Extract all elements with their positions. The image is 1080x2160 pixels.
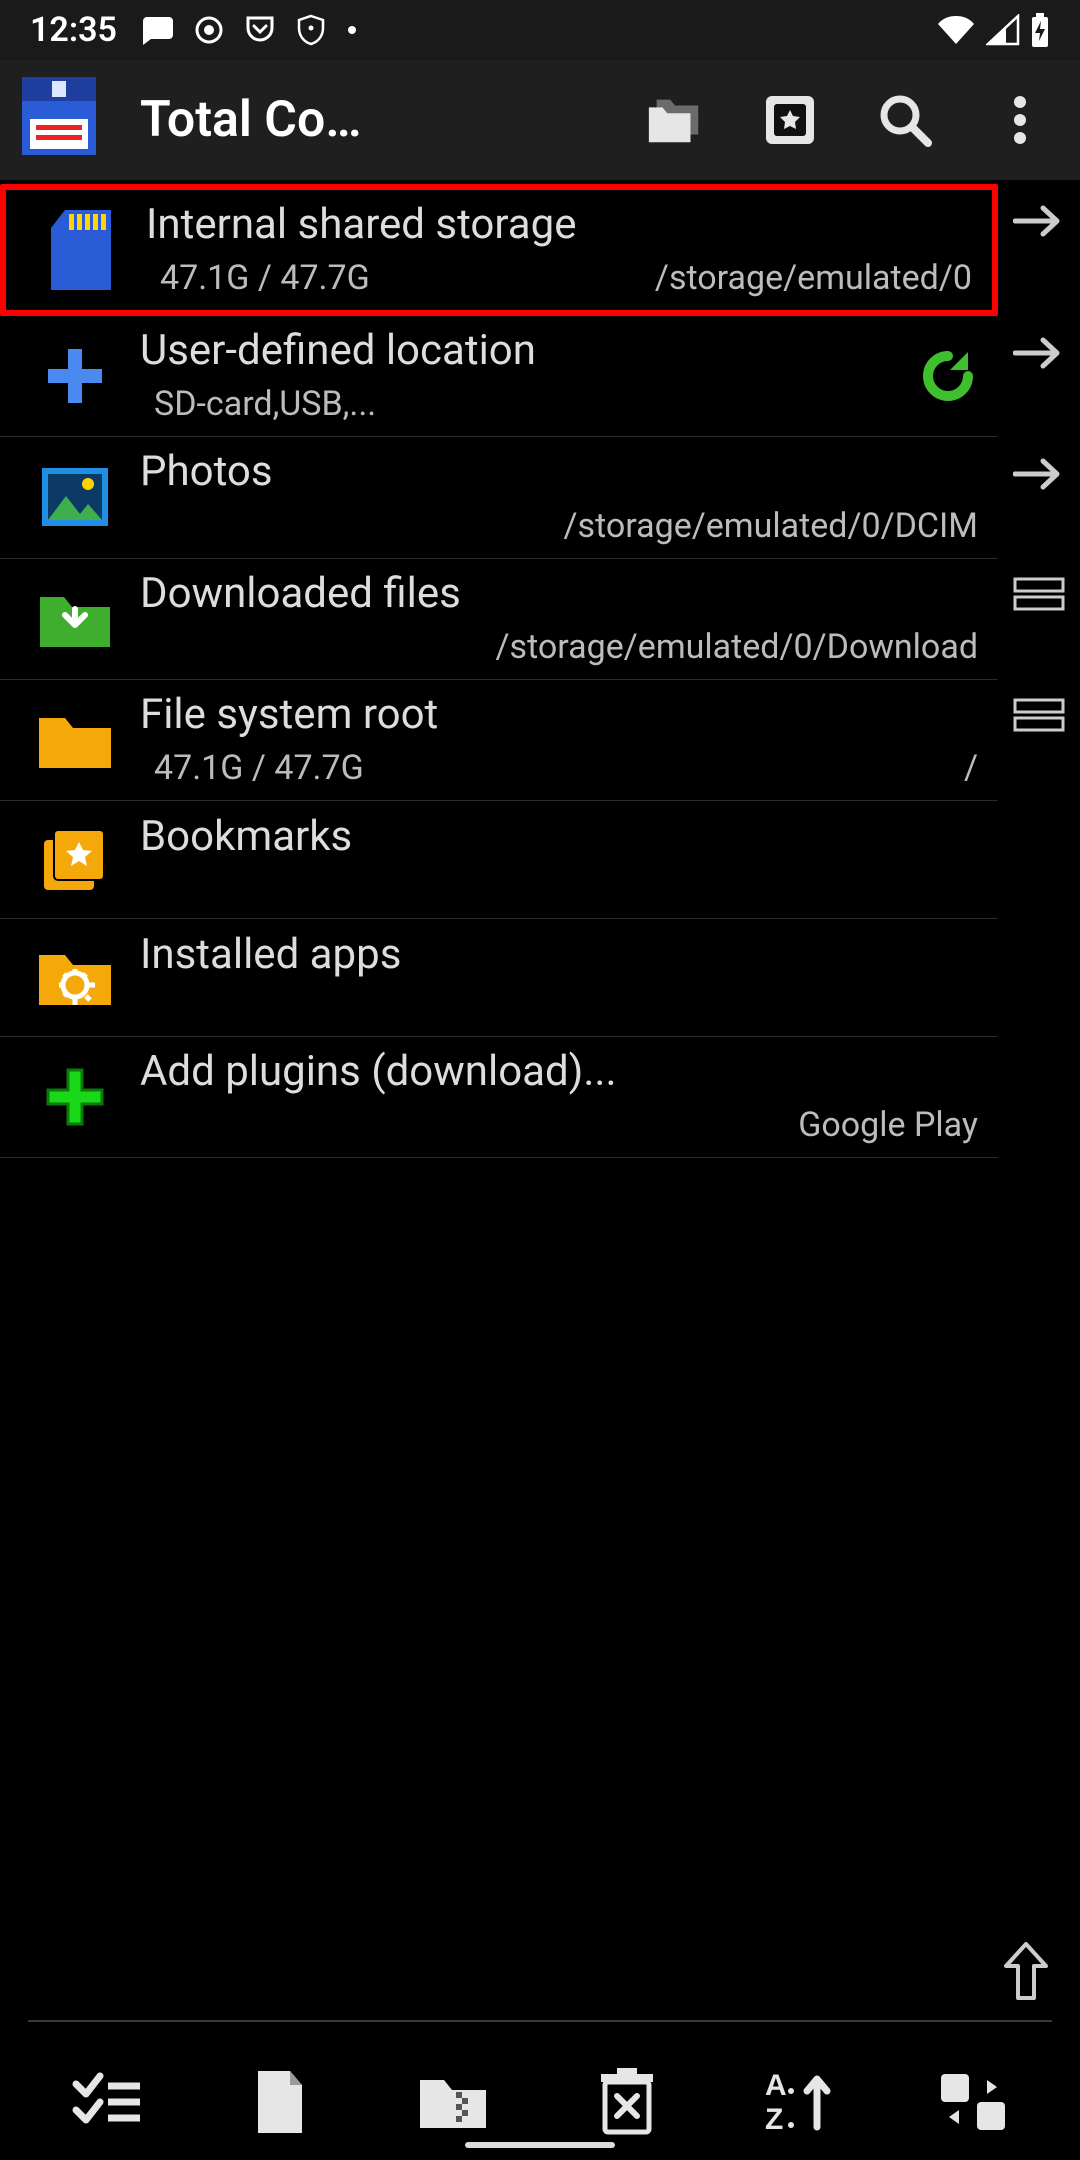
photo-icon: [20, 460, 130, 534]
apps-folder-icon: [20, 945, 130, 1009]
status-bar: 12:35: [0, 0, 1080, 60]
status-time: 12:35: [30, 10, 117, 50]
nav-handle[interactable]: [465, 2142, 615, 2148]
bookmarks-button[interactable]: [760, 90, 820, 150]
list-item-path: /storage/emulated/0/Download: [496, 627, 988, 667]
open-panel-button[interactable]: [998, 316, 1080, 437]
list-item-subtitle: SD-card,USB,...: [140, 384, 376, 424]
sd-card-icon: [26, 208, 136, 292]
list-item-subtitle: [140, 1105, 154, 1145]
shield-icon: [297, 14, 325, 46]
list-item-add-plugins[interactable]: Add plugins (download)... Google Play: [0, 1037, 998, 1158]
location-list: Internal shared storage 47.1G / 47.7G /s…: [0, 180, 1080, 1158]
app-bar: Total Co…: [0, 60, 1080, 180]
list-item-subtitle: [140, 627, 154, 667]
list-item-path: [978, 871, 988, 905]
divider: [28, 2020, 1052, 2022]
archive-button[interactable]: [408, 2057, 498, 2147]
list-item-photos[interactable]: Photos /storage/emulated/0/DCIM: [0, 437, 998, 558]
list-item-path: [978, 989, 988, 1023]
panel-split-button[interactable]: [998, 680, 1080, 801]
wifi-icon: [936, 14, 976, 46]
select-button[interactable]: [62, 2057, 152, 2147]
list-item-bookmarks[interactable]: Bookmarks: [0, 801, 998, 919]
list-item-title: Bookmarks: [140, 814, 988, 860]
list-item-subtitle: [140, 506, 154, 546]
chat-icon: [139, 15, 173, 45]
open-panel-button[interactable]: [998, 437, 1080, 558]
delete-button[interactable]: [582, 2057, 672, 2147]
list-item-title: File system root: [140, 692, 988, 738]
list-item-source: Google Play: [798, 1105, 988, 1145]
side-spacer: [998, 801, 1080, 919]
list-item-root[interactable]: File system root 47.1G / 47.7G /: [0, 680, 998, 801]
scroll-up-button[interactable]: [1000, 1940, 1052, 2002]
swap-panels-button[interactable]: [928, 2057, 1018, 2147]
list-item-path: [898, 384, 908, 424]
side-spacer: [998, 1037, 1080, 1158]
list-item-subtitle: [140, 989, 154, 1023]
svg-text:Z: Z: [765, 2103, 783, 2135]
pocket-icon: [245, 15, 275, 45]
overflow-menu-button[interactable]: [990, 90, 1050, 150]
list-item-title: Photos: [140, 449, 988, 495]
search-button[interactable]: [875, 90, 935, 150]
battery-charging-icon: [1030, 13, 1050, 47]
refresh-button[interactable]: [908, 346, 988, 406]
bookmark-stack-icon: [20, 822, 130, 896]
list-item-size: 47.1G / 47.7G: [146, 258, 370, 298]
list-item-subtitle: [140, 871, 154, 905]
svg-text:A: A: [765, 2069, 787, 2102]
list-item-path: /storage/emulated/0: [655, 258, 982, 298]
list-item-title: User-defined location: [140, 328, 908, 374]
list-item-path: /storage/emulated/0/DCIM: [564, 506, 988, 546]
list-item-downloads[interactable]: Downloaded files /storage/emulated/0/Dow…: [0, 559, 998, 680]
plus-icon: [20, 341, 130, 411]
list-item-size: 47.1G / 47.7G: [140, 748, 364, 788]
folder-icon: [20, 708, 130, 772]
list-item-title: Downloaded files: [140, 571, 988, 617]
list-item-title: Installed apps: [140, 932, 988, 978]
record-icon: [195, 16, 223, 44]
side-spacer: [998, 919, 1080, 1037]
dot-icon: [347, 25, 357, 35]
list-item-user-defined[interactable]: User-defined location SD-card,USB,...: [0, 316, 998, 437]
folders-button[interactable]: [645, 90, 705, 150]
app-title: Total Co…: [140, 91, 420, 149]
list-item-internal-storage[interactable]: Internal shared storage 47.1G / 47.7G /s…: [0, 184, 998, 316]
list-item-title: Add plugins (download)...: [140, 1049, 988, 1095]
bottom-toolbar: A Z: [0, 2052, 1080, 2152]
cell-signal-icon: [986, 14, 1020, 46]
list-item-path: /: [964, 748, 988, 788]
list-item-installed-apps[interactable]: Installed apps: [0, 919, 998, 1037]
list-item-title: Internal shared storage: [146, 202, 982, 248]
new-file-button[interactable]: [235, 2057, 325, 2147]
add-plugin-icon: [20, 1064, 130, 1130]
open-panel-button[interactable]: [998, 184, 1080, 316]
sort-button[interactable]: A Z: [755, 2057, 845, 2147]
download-folder-icon: [20, 587, 130, 651]
app-logo-icon: [20, 75, 110, 165]
panel-split-button[interactable]: [998, 559, 1080, 680]
